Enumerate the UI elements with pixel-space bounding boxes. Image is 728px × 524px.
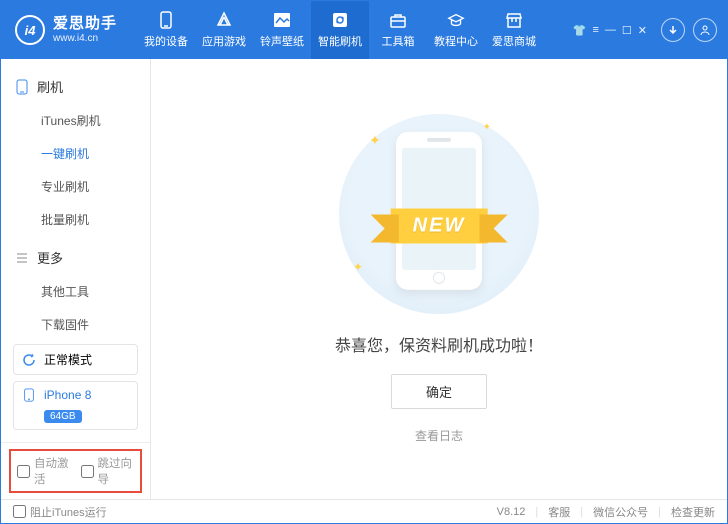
device-name: iPhone 8 (44, 388, 91, 402)
nav-mall[interactable]: 爱思商城 (485, 1, 543, 59)
phone-icon (157, 11, 175, 29)
nav-label: 爱思商城 (492, 33, 536, 49)
brand: i4 爱思助手 www.i4.cn (15, 15, 117, 45)
mode-label: 正常模式 (44, 351, 92, 368)
new-ribbon: NEW (391, 209, 488, 244)
download-button[interactable] (661, 18, 685, 42)
graduation-icon (447, 11, 465, 29)
nav-tools[interactable]: 工具箱 (369, 1, 427, 59)
sidebar-item-itunes[interactable]: iTunes刷机 (1, 104, 150, 137)
sidebar-group-flash: 刷机 iTunes刷机 一键刷机 专业刷机 批量刷机 (1, 69, 150, 236)
ribbon-text: NEW (391, 209, 488, 244)
top-nav: 我的设备 应用游戏 铃声壁纸 智能刷机 工具箱 教程中心 (137, 1, 543, 59)
maximize-button[interactable]: ☐ (622, 24, 632, 37)
nav-ringtone[interactable]: 铃声壁纸 (253, 1, 311, 59)
nav-label: 教程中心 (434, 33, 478, 49)
logo-icon: i4 (15, 15, 45, 45)
star-icon: ✦ (483, 122, 491, 133)
sidebar-item-pro[interactable]: 专业刷机 (1, 170, 150, 203)
toolbox-icon (389, 11, 407, 29)
main-panel: ✦ ✦ ✦ NEW 恭喜您，保资料刷机成功啦！ 确定 查看日志 (151, 59, 727, 499)
refresh-icon (331, 11, 349, 29)
refresh-icon (22, 353, 36, 367)
sidebar-item-other[interactable]: 其他工具 (1, 275, 150, 308)
nav-label: 铃声壁纸 (260, 33, 304, 49)
phone-icon (22, 388, 36, 402)
ok-button[interactable]: 确定 (391, 374, 487, 409)
version-label: V8.12 (497, 506, 526, 518)
sidebar-status: 正常模式 iPhone 8 64GB (1, 338, 150, 442)
list-icon (15, 251, 29, 265)
star-icon: ✦ (369, 132, 381, 149)
skip-guide-label: 跳过向导 (98, 455, 135, 487)
mode-status[interactable]: 正常模式 (13, 344, 138, 375)
brand-name: 爱思助手 (53, 16, 117, 33)
user-icon (699, 24, 711, 36)
minimize-button[interactable]: — (605, 24, 616, 37)
block-itunes-label: 阻止iTunes运行 (30, 504, 107, 520)
tshirt-icon[interactable]: 👕 (573, 24, 587, 37)
device-status[interactable]: iPhone 8 64GB (13, 381, 138, 430)
nav-label: 应用游戏 (202, 33, 246, 49)
app-window: i4 爱思助手 www.i4.cn 我的设备 应用游戏 铃声壁纸 智能刷机 (0, 0, 728, 524)
sidebar-item-oneclick[interactable]: 一键刷机 (1, 137, 150, 170)
nav-device[interactable]: 我的设备 (137, 1, 195, 59)
highlight-box: 自动激活 跳过向导 (9, 449, 142, 493)
view-log-link[interactable]: 查看日志 (415, 427, 463, 444)
footer: 阻止iTunes运行 V8.12 | 客服 | 微信公众号 | 检查更新 (1, 499, 727, 523)
success-message: 恭喜您，保资料刷机成功啦！ (335, 332, 543, 356)
image-icon (273, 11, 291, 29)
window-controls: 👕 ≡ — ☐ ✕ (573, 18, 717, 42)
store-icon (505, 11, 523, 29)
content-body: 刷机 iTunes刷机 一键刷机 专业刷机 批量刷机 更多 其 (1, 59, 727, 499)
sidebar-item-batch[interactable]: 批量刷机 (1, 203, 150, 236)
group-title: 更多 (37, 248, 63, 267)
nav-label: 工具箱 (382, 33, 415, 49)
nav-apps[interactable]: 应用游戏 (195, 1, 253, 59)
star-icon: ✦ (353, 260, 363, 274)
skip-guide-checkbox[interactable]: 跳过向导 (81, 455, 135, 487)
check-update-link[interactable]: 检查更新 (671, 504, 715, 520)
close-button[interactable]: ✕ (638, 24, 647, 37)
group-title: 刷机 (37, 77, 63, 96)
success-illustration: ✦ ✦ ✦ NEW (339, 114, 539, 314)
titlebar: i4 爱思助手 www.i4.cn 我的设备 应用游戏 铃声壁纸 智能刷机 (1, 1, 727, 59)
nav-tutorial[interactable]: 教程中心 (427, 1, 485, 59)
brand-text: 爱思助手 www.i4.cn (53, 16, 117, 44)
sidebar-group-more: 更多 其他工具 下载固件 高级功能 (1, 240, 150, 338)
nav-label: 智能刷机 (318, 33, 362, 49)
download-icon (667, 24, 679, 36)
sidebar-option-checks: 自动激活 跳过向导 (1, 442, 150, 499)
nav-label: 我的设备 (144, 33, 188, 49)
storage-badge: 64GB (44, 410, 82, 423)
auto-activate-label: 自动激活 (34, 455, 71, 487)
nav-flash[interactable]: 智能刷机 (311, 1, 369, 59)
support-link[interactable]: 客服 (548, 504, 570, 520)
auto-activate-checkbox[interactable]: 自动激活 (17, 455, 71, 487)
block-itunes-checkbox[interactable]: 阻止iTunes运行 (13, 504, 107, 520)
menu-icon[interactable]: ≡ (592, 24, 598, 37)
phone-outline-icon (15, 79, 29, 95)
sidebar-item-firmware[interactable]: 下载固件 (1, 308, 150, 338)
sidebar: 刷机 iTunes刷机 一键刷机 专业刷机 批量刷机 更多 其 (1, 59, 151, 499)
user-button[interactable] (693, 18, 717, 42)
wechat-link[interactable]: 微信公众号 (593, 504, 648, 520)
apps-icon (215, 11, 233, 29)
brand-url: www.i4.cn (53, 33, 117, 44)
